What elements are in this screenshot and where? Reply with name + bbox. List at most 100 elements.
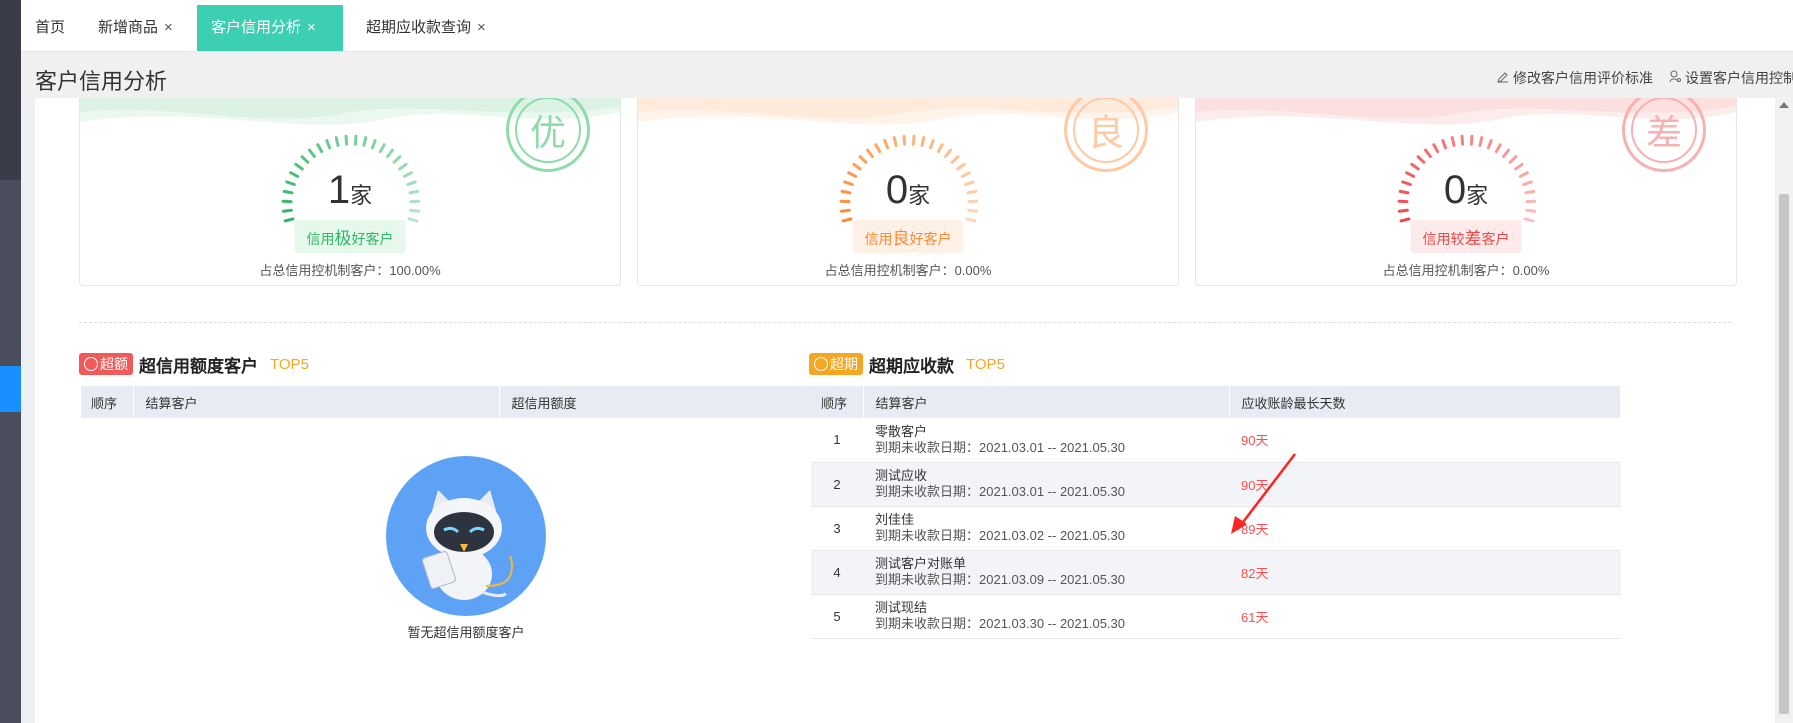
credit-ratio: 占总信用控机制客户：0.00% [824,263,992,278]
col-order: 顺序 [811,386,864,418]
action-label: 设置客户信用控制 [1685,70,1793,86]
row-customer-cell: 测试客户对账单 到期未收款日期：2021.03.09 -- 2021.05.30 [863,550,1229,595]
clock-icon [814,357,828,371]
table-row[interactable]: 2 测试应收 到期未收款日期：2021.03.01 -- 2021.05.30 … [811,462,1621,507]
over-credit-table: 顺序 结算客户 超信用额度 [81,386,891,418]
tab-label: 新增商品 [98,19,159,36]
count-unit: 家 [1466,183,1489,208]
set-credit-control-button[interactable]: 设置客户信用控制 [1669,68,1793,88]
credit-card-excellent: 优 1家 信用极好客户 占总信用控机制客户：100.00% [79,98,621,286]
row-days-cell: 82天 [1229,550,1621,595]
stamp-text: 差 [1645,113,1682,154]
row-customer-cell: 测试现结 到期未收款日期：2021.03.30 -- 2021.05.30 [863,594,1229,639]
left-sidebar-rail [0,0,21,723]
pill-key: 极 [334,229,352,248]
count-number: 0 [1443,168,1467,212]
aging-days: 61天 [1241,609,1269,625]
pill-suffix: 好客户 [909,231,952,247]
customer-count: 1家 [80,168,620,213]
tab-label: 超期应收款查询 [366,19,472,36]
pill-suffix: 客户 [1481,231,1510,247]
pill-suffix: 好客户 [351,231,394,247]
pill-key: 差 [1464,229,1482,248]
top-label: TOP5 [270,355,309,373]
col-customer: 结算客户 [863,386,1230,418]
customer-name[interactable]: 测试现结 [875,600,1229,616]
overdue-date-range: 到期未收款日期：2021.03.02 -- 2021.05.30 [875,528,1126,543]
col-order: 顺序 [81,386,134,418]
tab-customer-credit-analysis[interactable]: 客户信用分析 × [197,5,343,51]
tab-bar: 首页 新增商品 × 客户信用分析 × 超期应收款查询 × [21,0,1793,52]
empty-owl-illustration [386,456,546,616]
overdue-date-range: 到期未收款日期：2021.03.30 -- 2021.05.30 [875,616,1126,631]
scroll-up-arrow-icon[interactable] [1779,102,1789,108]
main-content: 优 1家 信用极好客户 占总信用控机制客户：100.00% 良 0家 信用良好客… [35,98,1775,723]
row-index: 4 [811,550,863,595]
red-arrow-annotation [1231,453,1296,534]
pill-prefix: 信用 [864,231,893,247]
top-label: TOP5 [966,355,1005,373]
section-divider [79,322,1731,323]
row-index: 3 [811,506,863,551]
customer-count: 0家 [1196,168,1736,213]
edit-credit-standard-button[interactable]: 修改客户信用评价标准 [1497,68,1653,88]
pill-key: 良 [892,229,910,248]
scrollbar-thumb[interactable] [1779,194,1789,714]
table-row[interactable]: 1 零散客户 到期未收款日期：2021.03.01 -- 2021.05.30 … [811,418,1621,463]
table-header-row: 顺序 结算客户 超信用额度 [81,386,891,418]
pill-prefix: 信用较 [1422,231,1465,247]
customer-name[interactable]: 零散客户 [875,424,1229,440]
sidebar-active-indicator[interactable] [0,366,21,412]
over-credit-section-title: 超额 超信用额度客户 TOP5 [79,352,309,376]
table-row[interactable]: 5 测试现结 到期未收款日期：2021.03.30 -- 2021.05.30 … [811,594,1621,639]
credit-level-stamp: 优 [506,98,590,172]
badge-label: 超期 [830,356,858,372]
credit-ratio: 占总信用控机制客户：0.00% [1382,263,1550,278]
credit-card-good: 良 0家 信用良好客户 占总信用控机制客户：0.00% [637,98,1179,286]
credit-level-label: 信用良好客户 [852,220,964,253]
credit-level-stamp: 差 [1622,98,1706,172]
table-row[interactable]: 4 测试客户对账单 到期未收款日期：2021.03.09 -- 2021.05.… [811,550,1621,595]
table-header-row: 顺序 结算客户 应收账龄最长天数 [811,386,1621,418]
tab-label: 首页 [35,19,66,36]
section-title: 超期应收款 [869,356,954,376]
page-title: 客户信用分析 [35,69,168,94]
empty-state-text: 暂无超信用额度客户 [407,625,525,640]
count-unit: 家 [908,183,931,208]
row-index: 2 [811,462,863,507]
stamp-text: 良 [1087,113,1124,154]
customer-name[interactable]: 测试客户对账单 [875,556,1229,572]
pill-prefix: 信用 [306,231,335,247]
overdue-date-range: 到期未收款日期：2021.03.01 -- 2021.05.30 [875,439,1126,455]
col-max-aging-days: 应收账龄最长天数 [1229,386,1621,418]
page-header: 客户信用分析 修改客户信用评价标准 设置客户信用控制 [21,56,1793,98]
tab-new-product[interactable]: 新增商品 × [84,5,187,51]
count-number: 0 [885,168,909,212]
tab-overdue-receivable-query[interactable]: 超期应收款查询 × [352,5,500,51]
close-icon[interactable]: × [164,19,173,36]
vertical-scrollbar[interactable] [1775,98,1793,723]
tab-home[interactable]: 首页 [21,5,79,51]
alert-icon [84,357,98,371]
table-row[interactable]: 3 刘佳佳 到期未收款日期：2021.03.02 -- 2021.05.30 8… [811,506,1621,551]
credit-ratio: 占总信用控机制客户：100.00% [259,263,441,278]
edit-icon [1497,70,1509,86]
section-title: 超信用额度客户 [139,356,258,376]
badge-label: 超额 [100,356,128,372]
empty-state: 暂无超信用额度客户 [386,456,546,641]
overdue-table: 顺序 结算客户 应收账龄最长天数 1 零散客户 到期未收款日期：2021.03.… [811,386,1621,639]
tab-label: 客户信用分析 [211,19,302,36]
count-number: 1 [327,168,351,212]
customer-name[interactable]: 刘佳佳 [875,512,1229,528]
user-settings-icon [1669,70,1681,86]
close-icon[interactable]: × [477,19,486,36]
row-index: 1 [811,418,863,463]
action-label: 修改客户信用评价标准 [1513,70,1653,86]
credit-level-label: 信用较差客户 [1410,220,1522,253]
count-unit: 家 [350,183,373,208]
close-icon[interactable]: × [307,19,316,36]
customer-name[interactable]: 测试应收 [875,468,1229,484]
row-customer-cell: 测试应收 到期未收款日期：2021.03.01 -- 2021.05.30 [863,462,1229,507]
overdue-date-range: 到期未收款日期：2021.03.01 -- 2021.05.30 [875,484,1126,499]
row-customer-cell: 零散客户 到期未收款日期：2021.03.01 -- 2021.05.30 [863,418,1229,463]
